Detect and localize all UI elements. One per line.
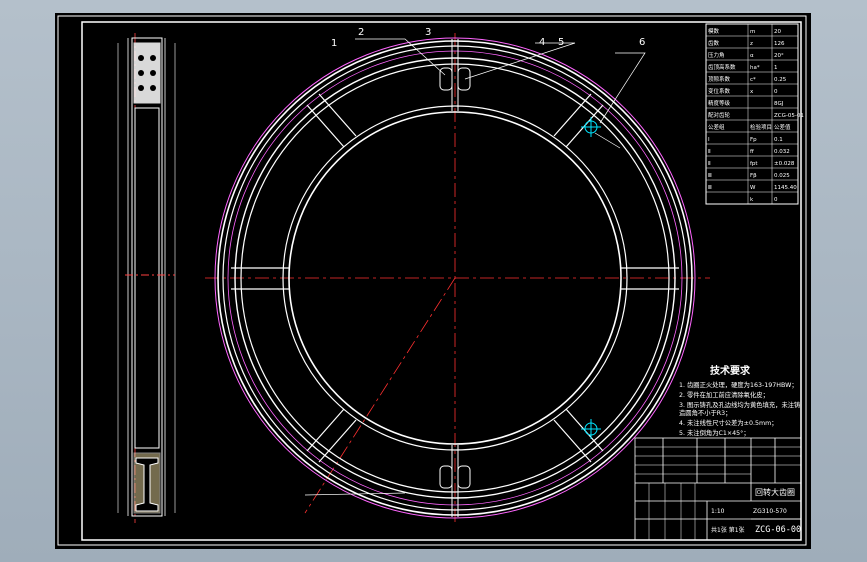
title-block-material: ZG310-570 [753,508,787,515]
title-block-drawing-no: ZCG-06-00 [755,525,801,535]
param-table-cell: α [750,53,754,59]
param-table-cell: Ⅱ [708,161,711,167]
param-table-cell: fpt [750,161,758,167]
technical-requirements: 技术要求 1. 齿圈正火处理，硬度为163-197HBW； 2. 零件在加工前应… [679,364,801,437]
param-table-cell: 变位系数 [708,87,731,95]
param-table-cell: ZCG-05-01 [774,113,804,119]
param-table-cell: Ⅲ [708,173,712,179]
param-table-cell: Fp [750,137,757,143]
param-table-cell: 1 [774,65,778,71]
side-section-view [117,33,176,523]
balloon-1: 1 [331,38,337,49]
balloon-4: 4 [539,37,545,48]
param-table-cell: 顶隙系数 [708,75,731,83]
tech-req-line-4: 4. 未注线性尺寸公差为±0.5mm； [679,418,778,427]
balloon-3: 3 [425,27,431,38]
balloon-labels: 1 2 3 4 5 6 [331,27,645,49]
param-table-cell: ff [750,149,754,155]
param-table-cell: 0 [774,89,778,95]
param-table-cell: Ⅱ [708,149,711,155]
param-table-cell: 20 [774,29,781,35]
param-table-cell: 公差值 [774,123,791,131]
param-table-cell: 0.025 [774,173,790,179]
tech-req-line-2: 2. 零件在加工前应清除氧化皮； [679,390,769,399]
param-table-cell: Fβ [750,173,757,179]
title-block-part-title: 回转大齿圈 [755,487,795,497]
gear-parameter-table: 模数 m 20 齿数 z 126 压力角 α 20° 齿顶高系数 ha* 1 顶隙系数 c* 0.25 变位系… [705,23,804,205]
param-table-cell: 压力角 [708,51,725,59]
tech-req-line-5: 5. 未注倒角为C1×45°； [679,428,750,437]
outer-sheet-border [57,15,807,546]
param-table-cell: Ⅲ [708,185,712,191]
tech-req-title: 技术要求 [710,364,751,377]
param-table-cell: 0.25 [774,77,787,83]
param-table-cell: c* [750,77,756,83]
param-table-cell: W [750,185,756,191]
param-table-cell: 1145.40 [774,185,797,191]
param-table-cell: 检验项目 [750,123,772,131]
cad-viewport[interactable]: 1 2 3 4 5 6 模数 m 20 齿数 z 126 压力角 α 20° 齿顶高系数 ha* 1 顶… [55,13,811,549]
param-table-cell: 126 [774,41,785,47]
param-table-cell: 20° [774,53,784,59]
param-table-cell: z [750,41,753,47]
param-table-cell: x [750,89,754,95]
param-table-cell: 模数 [708,27,720,35]
param-table-cell: m [750,29,755,35]
param-table-cell: 0.1 [774,137,783,143]
title-block-sheet: 共1张 第1张 [711,526,745,534]
param-table-cell: k [750,197,754,203]
param-table-cell: 0.032 [774,149,790,155]
param-table-cell: 齿顶高系数 [708,63,736,71]
param-table-cell: 精度等级 [708,99,731,107]
balloon-2: 2 [358,27,364,38]
param-table-cell: 齿数 [708,39,720,47]
param-table-cell: 公差组 [708,123,725,131]
param-table-cell: 8GJ [774,101,784,107]
tech-req-line-3: 3. 图示铸孔及孔边线均为黄色填充，未注铸 [679,400,801,409]
tech-req-line-3b: 造圆角不小于R3； [679,408,731,417]
tech-req-line-1: 1. 齿圈正火处理，硬度为163-197HBW； [679,380,798,389]
inner-drawing-frame [81,21,802,541]
title-block-scale: 1:10 [711,508,725,515]
param-table-cell: ±0.028 [774,161,795,167]
param-table-cell: 配对齿轮 [708,111,731,119]
param-table-cell: 0 [774,197,778,203]
balloon-5: 5 [558,37,564,48]
param-table-cell: Ⅰ [708,137,710,143]
param-table-cell: ha* [750,65,760,71]
balloon-6: 6 [639,37,645,48]
drawing-canvas: 1 2 3 4 5 6 模数 m 20齿数 z 126压力角 α 20°齿顶高系数 ha* 1顶… [57,15,807,546]
